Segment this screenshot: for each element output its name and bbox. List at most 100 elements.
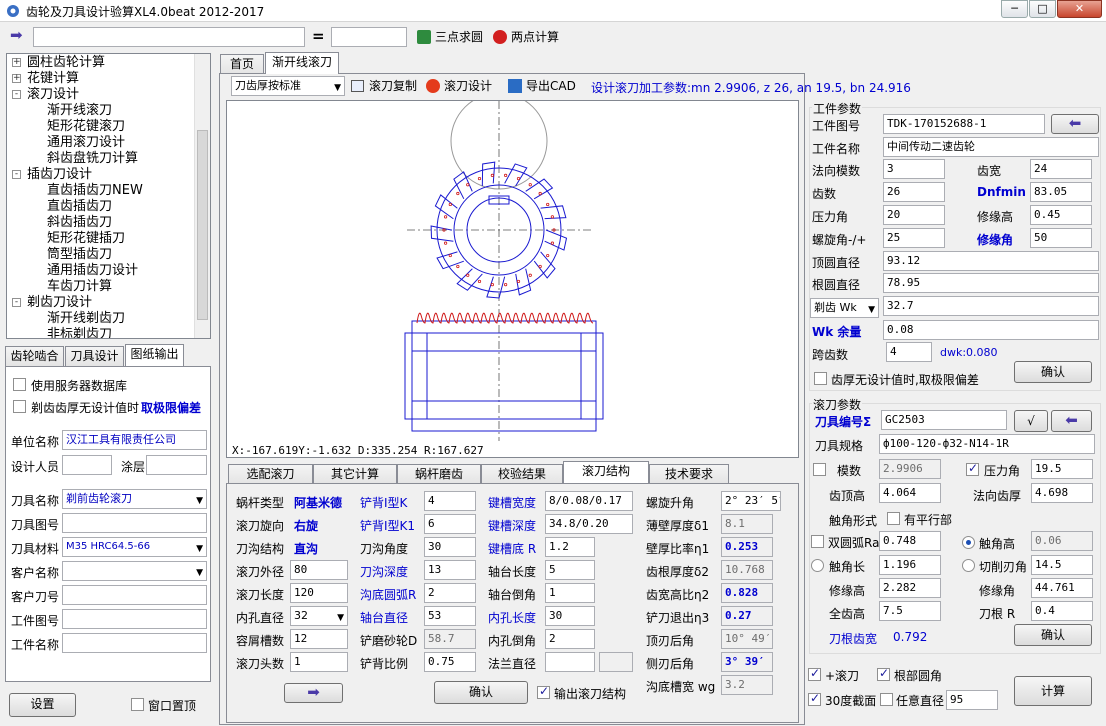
- field-input[interactable]: 8.1: [721, 514, 773, 534]
- field-input[interactable]: 58.7: [424, 629, 476, 649]
- field-input[interactable]: 7.5: [879, 601, 941, 621]
- window-top-checkbox[interactable]: [131, 698, 144, 711]
- next-arrow-button[interactable]: ➡: [284, 683, 343, 703]
- field-input[interactable]: 20: [883, 205, 945, 225]
- tree-expander-icon[interactable]: +: [12, 58, 21, 67]
- field-input[interactable]: [545, 652, 595, 672]
- field-input[interactable]: 2: [424, 583, 476, 603]
- field-input[interactable]: 3: [883, 159, 945, 179]
- module-checkbox[interactable]: [813, 463, 826, 476]
- settings-button[interactable]: 设置: [9, 693, 76, 717]
- field-input[interactable]: 6: [424, 514, 476, 534]
- tree-item[interactable]: 通用滚刀设计: [47, 135, 125, 151]
- tree-item[interactable]: 通用插齿刀设计: [47, 263, 138, 279]
- two-point-button[interactable]: 两点计算: [491, 26, 559, 48]
- tool-name-select[interactable]: 剃前齿轮滚刀: [62, 489, 207, 509]
- field-input[interactable]: 44.761: [1031, 578, 1093, 598]
- export-cad-button[interactable]: 导出CAD: [506, 75, 576, 97]
- use-server-checkbox[interactable]: [13, 378, 26, 391]
- minimize-button[interactable]: ─: [1001, 0, 1028, 18]
- field-input[interactable]: 4: [424, 491, 476, 511]
- hob-code-check-button[interactable]: √: [1014, 410, 1048, 432]
- field-input[interactable]: 3° 39′: [721, 652, 773, 672]
- tree-item[interactable]: 直齿插齿刀: [47, 199, 112, 215]
- field-input[interactable]: 10° 49′: [721, 629, 773, 649]
- field-input[interactable]: 24: [1030, 159, 1092, 179]
- field-input[interactable]: 93.12: [883, 251, 1099, 271]
- parallel-checkbox[interactable]: [887, 512, 900, 525]
- field-input[interactable]: 0.828: [721, 583, 773, 603]
- field-input[interactable]: 10.768: [721, 560, 773, 580]
- wk-type-select[interactable]: 剃齿 Wk: [810, 298, 879, 318]
- tree-item[interactable]: 渐开线剃齿刀: [47, 311, 125, 327]
- tree-item[interactable]: 插齿刀设计: [27, 167, 92, 183]
- customer-no-input[interactable]: [62, 585, 207, 605]
- plus-hob-checkbox[interactable]: [808, 666, 821, 681]
- calculate-button[interactable]: 计算: [1014, 676, 1092, 706]
- any-diameter-checkbox[interactable]: [880, 693, 893, 706]
- hob-load-button[interactable]: ⬅: [1051, 410, 1092, 432]
- drawing-canvas[interactable]: X:-167.619Y:-1.632 D:335.254 R:167.627: [226, 100, 799, 458]
- workpiece-load-button[interactable]: ⬅: [1051, 114, 1099, 134]
- pressure-angle-checkbox[interactable]: [966, 461, 979, 476]
- tree-expander-icon[interactable]: -: [12, 170, 21, 179]
- any-diameter-input[interactable]: 95: [946, 690, 998, 710]
- tool-drawing-input[interactable]: [62, 513, 207, 533]
- tab-tool-design[interactable]: 刀具设计: [65, 346, 124, 366]
- tree-item[interactable]: 直齿插齿刀NEW: [47, 183, 143, 199]
- double-arc-checkbox[interactable]: [811, 535, 824, 548]
- field-input[interactable]: 0.748: [879, 531, 941, 551]
- tree-expander-icon[interactable]: -: [12, 298, 21, 307]
- section30-checkbox[interactable]: [808, 691, 821, 706]
- field-input[interactable]: 19.5: [1031, 459, 1093, 479]
- struct-tab[interactable]: 蜗杆磨齿: [397, 464, 481, 484]
- struct-tab[interactable]: 其它计算: [313, 464, 397, 484]
- field-input[interactable]: ф100-120-ф32-N14-1R: [879, 434, 1095, 454]
- field-input[interactable]: 80: [290, 560, 348, 580]
- tree-item[interactable]: 剃齿刀设计: [27, 295, 92, 311]
- field-input[interactable]: 0.08: [883, 320, 1099, 340]
- struct-tab[interactable]: 选配滚刀: [228, 464, 313, 484]
- work-name-input[interactable]: [62, 633, 207, 653]
- contact-length-radio[interactable]: [811, 559, 824, 572]
- field-input[interactable]: 0.253: [721, 537, 773, 557]
- tree-item[interactable]: 筒型插齿刀: [47, 247, 112, 263]
- field-input[interactable]: 78.95: [883, 273, 1099, 293]
- hob-design-button[interactable]: 滚刀设计: [424, 75, 492, 97]
- hob-confirm-button[interactable]: 确认: [1014, 624, 1092, 646]
- field-input[interactable]: 0.45: [1030, 205, 1092, 225]
- field-input[interactable]: 0.27: [721, 606, 773, 626]
- field-input[interactable]: 5: [545, 560, 595, 580]
- tooth-thickness-mode-select[interactable]: 刀齿厚按标准: [231, 76, 345, 96]
- tree-item[interactable]: 车齿刀计算: [47, 279, 112, 295]
- tree-item[interactable]: 矩形花键滚刀: [47, 119, 125, 135]
- undercut-radio[interactable]: [962, 559, 975, 572]
- three-point-circle-button[interactable]: 三点求圆: [415, 26, 483, 48]
- coating-input[interactable]: [146, 455, 207, 475]
- contact-height-radio[interactable]: [962, 536, 975, 549]
- field-input[interactable]: 50: [1030, 228, 1092, 248]
- customer-select[interactable]: [62, 561, 207, 581]
- field-input[interactable]: 32.7: [883, 296, 1099, 316]
- field-input[interactable]: 0.4: [1031, 601, 1093, 621]
- field-input[interactable]: 4: [886, 342, 932, 362]
- field-input[interactable]: 4.698: [1031, 483, 1093, 503]
- field-input[interactable]: 25: [883, 228, 945, 248]
- struct-tab[interactable]: 技术要求: [649, 464, 729, 484]
- field-input[interactable]: 2° 23′ 5″: [721, 491, 781, 511]
- structure-confirm-button[interactable]: 确认: [434, 681, 528, 704]
- field-input[interactable]: 12: [290, 629, 348, 649]
- close-button[interactable]: ✕: [1057, 0, 1102, 18]
- struct-tab[interactable]: 校验结果: [481, 464, 563, 484]
- field-input[interactable]: 30: [424, 537, 476, 557]
- shave-limit-checkbox[interactable]: [13, 400, 26, 413]
- tree-scrollbar[interactable]: [194, 54, 210, 338]
- tab-drawing-output[interactable]: 图纸输出: [125, 344, 184, 366]
- designer-input[interactable]: [62, 455, 112, 475]
- field-input[interactable]: 13: [424, 560, 476, 580]
- field-input[interactable]: 1: [545, 583, 595, 603]
- field-input[interactable]: TDK-170152688-1: [883, 114, 1045, 134]
- tree-expander-icon[interactable]: +: [12, 74, 21, 83]
- field-input[interactable]: 2.282: [879, 578, 941, 598]
- tree-expander-icon[interactable]: -: [12, 90, 21, 99]
